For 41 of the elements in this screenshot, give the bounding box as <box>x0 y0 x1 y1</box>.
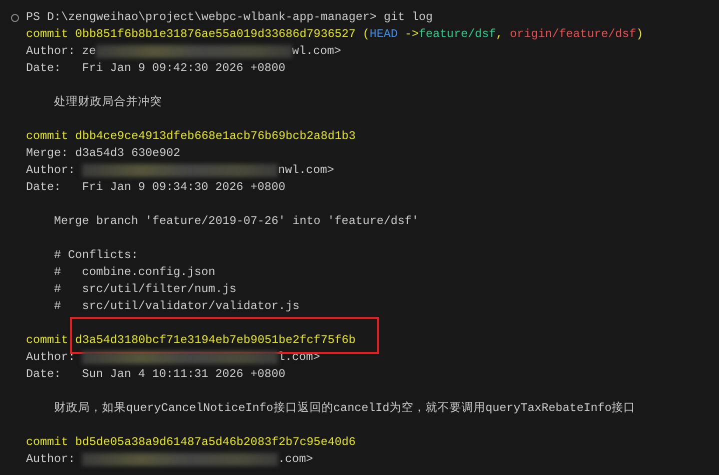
commit-hash: 0bb851f6b8b1e31876ae55a019d33686d7936527 <box>75 27 356 41</box>
commit-label: commit <box>26 26 68 43</box>
commit-hash: bd5de05a38a9d61487a5d46b2083f2b7c95e40d6 <box>75 435 356 449</box>
commit-message: Merge branch 'feature/2019-07-26' into 'feature/dsf' <box>54 213 419 230</box>
author-text: l.com> <box>278 349 320 366</box>
ref-label: origin/feature/dsf <box>510 26 636 43</box>
ref-label: ( <box>362 26 370 43</box>
ref-label: , <box>496 26 503 43</box>
command-text: git log <box>384 9 433 26</box>
commit-label: commit <box>26 332 68 349</box>
date-label: Date: <box>26 366 62 383</box>
commit-message: 处理财政局合并冲突 <box>54 94 162 111</box>
date-text: Sun Jan 4 10:11:31 2026 +0800 <box>82 366 286 383</box>
author-label: Author: <box>26 451 76 468</box>
date-label: Date: <box>26 179 62 196</box>
commit-message: # src/util/validator/validator.js <box>54 298 300 315</box>
ref-label: HEAD <box>370 26 398 43</box>
date-label: Date: <box>26 60 62 77</box>
author-label: Author: <box>26 349 76 366</box>
merge-line: Merge: d3a54d3 630e902 <box>26 145 180 162</box>
ref-label: -> <box>404 26 419 43</box>
date-text: Fri Jan 9 09:42:30 2026 +0800 <box>82 60 286 77</box>
author-text: nwl.com> <box>278 162 334 179</box>
commit-message: # combine.config.json <box>54 264 216 281</box>
prompt-marker-icon <box>11 14 19 22</box>
ref-label: ) <box>636 26 644 43</box>
commit-label: commit <box>26 128 68 145</box>
date-text: Fri Jan 9 09:34:30 2026 +0800 <box>82 179 286 196</box>
commit-label: commit <box>26 434 68 451</box>
author-text: wl.com> <box>292 43 342 60</box>
author-text: ze <box>82 43 96 60</box>
commit-message: # src/util/filter/num.js <box>54 281 236 298</box>
prompt-path: PS D:\zengweihao\project\webpc-wlbank-app-manager> <box>26 9 377 26</box>
commit-hash: d3a54d3180bcf71e3194eb7eb9051be2fcf75f6b <box>75 333 356 347</box>
commit-message: 财政局，如果queryCancelNoticeInfo接口返回的cancelId为空，就不要调用queryTaxRebateInfo接口 <box>54 400 636 417</box>
author-text: .com> <box>278 451 314 468</box>
author-label: Author: <box>26 162 76 179</box>
author-label: Author: <box>26 43 76 60</box>
commit-hash: dbb4ce9ce4913dfeb668e1acb76b69bcb2a8d1b3 <box>75 129 356 143</box>
commit-message: # Conflicts: <box>54 247 138 264</box>
ref-label: feature/dsf <box>418 26 496 43</box>
